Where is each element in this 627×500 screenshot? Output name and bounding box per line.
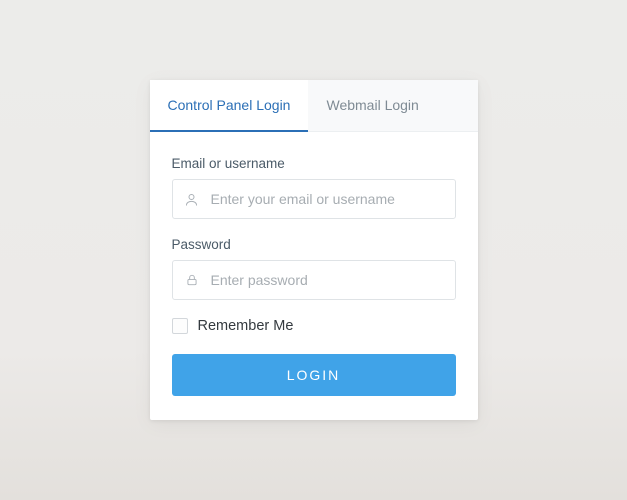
login-tabs: Control Panel Login Webmail Login [150,80,478,132]
password-input[interactable] [172,260,456,300]
user-icon [184,191,200,207]
username-input[interactable] [172,179,456,219]
password-field-wrap [172,260,456,300]
lock-icon [184,272,200,288]
remember-me-checkbox[interactable] [172,318,188,334]
username-label: Email or username [172,156,456,171]
remember-me-row: Remember Me [172,318,456,334]
tab-webmail-login[interactable]: Webmail Login [308,80,436,132]
remember-me-label: Remember Me [198,318,294,334]
password-label: Password [172,237,456,252]
login-button[interactable]: LOGIN [172,354,456,396]
login-form-panel: Email or username Password Remembe [150,132,478,420]
login-card: Control Panel Login Webmail Login Email … [150,80,478,420]
tab-control-panel-login[interactable]: Control Panel Login [150,80,309,132]
username-field-wrap [172,179,456,219]
